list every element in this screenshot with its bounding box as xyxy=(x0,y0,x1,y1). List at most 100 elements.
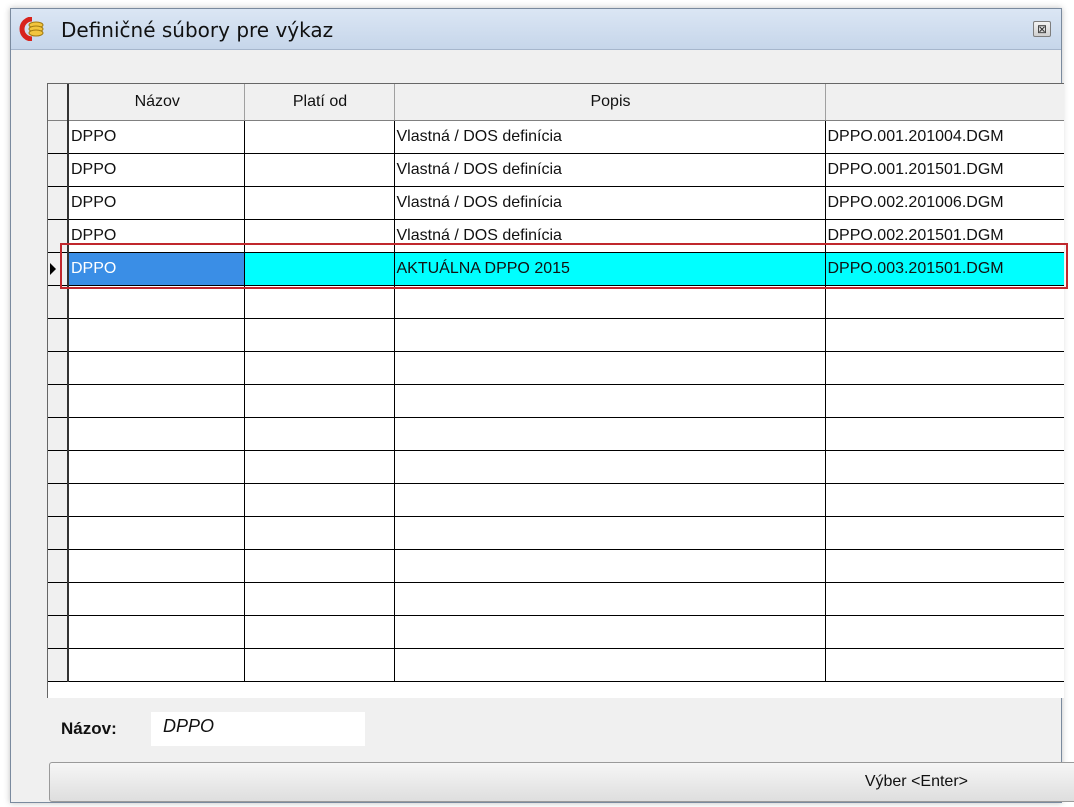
select-enter-button[interactable]: Výber <Enter> xyxy=(49,762,1074,802)
empty-cell xyxy=(68,549,245,583)
close-icon[interactable]: ⊠ xyxy=(1033,21,1051,37)
empty-cell xyxy=(825,615,1064,649)
empty-cell xyxy=(394,351,826,385)
empty-cell xyxy=(825,318,1064,352)
row-indicator xyxy=(48,252,69,286)
empty-cell xyxy=(244,384,395,418)
cell-nazov[interactable]: DPPO xyxy=(68,186,245,220)
cell-nazov[interactable]: DPPO xyxy=(68,252,245,286)
empty-table-row xyxy=(48,516,1064,550)
empty-cell xyxy=(68,582,245,616)
cell-plati-od[interactable] xyxy=(244,153,395,187)
row-indicator xyxy=(48,186,69,220)
row-indicator xyxy=(48,384,69,418)
cell-popis[interactable]: Vlastná / DOS definícia xyxy=(394,120,826,154)
empty-cell xyxy=(244,318,395,352)
cell-plati-od[interactable] xyxy=(244,120,395,154)
row-indicator xyxy=(48,120,69,154)
cell-file[interactable]: DPPO.001.201501.DGM xyxy=(825,153,1064,187)
empty-table-row xyxy=(48,582,1064,616)
cell-nazov[interactable]: DPPO xyxy=(68,120,245,154)
cell-popis[interactable]: Vlastná / DOS definícia xyxy=(394,153,826,187)
empty-table-row xyxy=(48,615,1064,649)
column-header-file[interactable] xyxy=(825,84,1064,121)
column-header-nazov[interactable]: Názov xyxy=(68,84,245,121)
row-indicator xyxy=(48,351,69,385)
definition-files-grid: Názov Platí od Popis DPPO Vlastná / DOS d… xyxy=(47,83,1064,698)
empty-cell xyxy=(394,285,826,319)
row-pointer-icon xyxy=(50,262,56,275)
empty-table-row xyxy=(48,285,1064,319)
column-header-plati-od[interactable]: Platí od xyxy=(244,84,395,121)
empty-cell xyxy=(68,450,245,484)
empty-cell xyxy=(244,483,395,517)
grid-header-row: Názov Platí od Popis xyxy=(48,84,1064,121)
row-indicator xyxy=(48,582,69,616)
empty-cell xyxy=(68,384,245,418)
empty-cell xyxy=(68,285,245,319)
empty-table-row xyxy=(48,351,1064,385)
cell-popis[interactable]: Vlastná / DOS definícia xyxy=(394,186,826,220)
empty-cell xyxy=(825,483,1064,517)
empty-cell xyxy=(825,351,1064,385)
empty-cell xyxy=(244,582,395,616)
empty-cell xyxy=(394,450,826,484)
column-header-popis[interactable]: Popis xyxy=(394,84,826,121)
row-indicator xyxy=(48,318,69,352)
window-title: Definičné súbory pre výkaz xyxy=(61,18,334,42)
empty-cell xyxy=(68,615,245,649)
empty-cell xyxy=(68,516,245,550)
row-indicator xyxy=(48,153,69,187)
empty-cell xyxy=(825,450,1064,484)
empty-cell xyxy=(244,285,395,319)
row-indicator xyxy=(48,615,69,649)
cell-plati-od[interactable] xyxy=(244,252,395,286)
row-indicator xyxy=(48,516,69,550)
empty-cell xyxy=(244,615,395,649)
cell-file[interactable]: DPPO.002.201501.DGM xyxy=(825,219,1064,253)
table-row[interactable]: DPPO Vlastná / DOS definícia DPPO.001.2015… xyxy=(48,153,1064,187)
row-indicator xyxy=(48,549,69,583)
cell-file[interactable]: DPPO.003.201501.DGM xyxy=(825,252,1064,286)
empty-cell xyxy=(68,417,245,451)
empty-table-row xyxy=(48,384,1064,418)
empty-cell xyxy=(394,615,826,649)
empty-cell xyxy=(825,285,1064,319)
dialog-window: Definičné súbory pre výkaz ⊠ Názov Platí… xyxy=(10,8,1074,803)
empty-cell xyxy=(825,549,1064,583)
table-row[interactable]: DPPO Vlastná / DOS definícia DPPO.002.2010… xyxy=(48,186,1064,220)
empty-cell xyxy=(825,648,1064,682)
empty-cell xyxy=(394,483,826,517)
empty-cell xyxy=(394,648,826,682)
empty-table-row xyxy=(48,483,1064,517)
empty-cell xyxy=(394,549,826,583)
row-indicator xyxy=(48,417,69,451)
empty-cell xyxy=(68,351,245,385)
row-indicator xyxy=(48,648,69,682)
empty-cell xyxy=(244,351,395,385)
empty-cell xyxy=(68,318,245,352)
empty-cell xyxy=(68,483,245,517)
empty-table-row xyxy=(48,549,1064,583)
cell-popis[interactable]: AKTUÁLNA DPPO 2015 xyxy=(394,252,826,286)
empty-cell xyxy=(394,417,826,451)
row-indicator-header xyxy=(48,84,69,121)
cell-nazov[interactable]: DPPO xyxy=(68,219,245,253)
empty-cell xyxy=(244,549,395,583)
empty-cell xyxy=(825,384,1064,418)
cell-plati-od[interactable] xyxy=(244,186,395,220)
cell-nazov[interactable]: DPPO xyxy=(68,153,245,187)
cell-file[interactable]: DPPO.002.201006.DGM xyxy=(825,186,1064,220)
empty-cell xyxy=(394,516,826,550)
table-row[interactable]: DPPO Vlastná / DOS definícia DPPO.002.2015… xyxy=(48,219,1064,253)
empty-cell xyxy=(825,516,1064,550)
name-field[interactable]: DPPO xyxy=(151,712,365,746)
cell-popis[interactable]: Vlastná / DOS definícia xyxy=(394,219,826,253)
cell-file[interactable]: DPPO.001.201004.DGM xyxy=(825,120,1064,154)
empty-cell xyxy=(244,648,395,682)
table-row[interactable]: DPPO AKTUÁLNA DPPO 2015 DPPO.003.201501.DG… xyxy=(48,252,1064,286)
table-row[interactable]: DPPO Vlastná / DOS definícia DPPO.001.2010… xyxy=(48,120,1064,154)
cell-plati-od[interactable] xyxy=(244,219,395,253)
empty-cell xyxy=(244,516,395,550)
row-indicator xyxy=(48,219,69,253)
